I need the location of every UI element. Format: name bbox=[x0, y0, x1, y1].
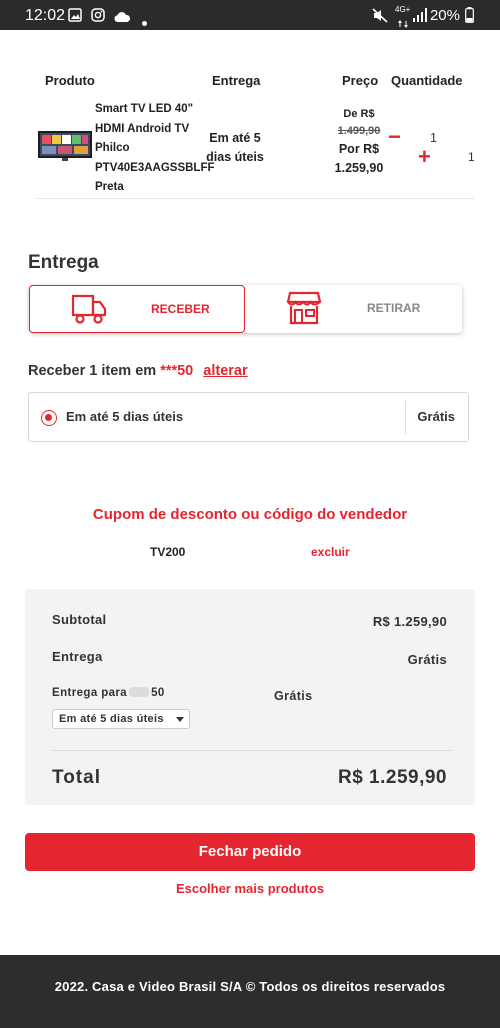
delivery-option-divider bbox=[405, 401, 406, 434]
shipping-time-selected: Em até 5 dias úteis bbox=[59, 713, 164, 725]
blurred-cep bbox=[129, 687, 150, 697]
delivery-option-price: Grátis bbox=[417, 409, 455, 424]
status-bar: 12:02 4G+ 20% bbox=[0, 0, 500, 30]
remove-coupon-link[interactable]: excluir bbox=[311, 545, 350, 559]
instagram-icon bbox=[91, 8, 105, 27]
product-price: De R$ 1.499,90 Por R$ 1.259,90 bbox=[325, 106, 393, 178]
product-delivery-time: Em até 5 dias úteis bbox=[206, 131, 264, 164]
order-summary: Subtotal R$ 1.259,90 Entrega Grátis Entr… bbox=[25, 589, 475, 805]
delivery-option-row[interactable]: Em até 5 dias úteis Grátis bbox=[28, 392, 469, 442]
receive-prefix: Receber 1 item em bbox=[28, 363, 157, 379]
receive-summary: Receber 1 item em ***50 alterar bbox=[28, 363, 248, 379]
header-quantity: Quantidade bbox=[391, 73, 463, 88]
dot-icon bbox=[142, 13, 147, 31]
delivery-option-radio[interactable] bbox=[41, 410, 57, 426]
summary-divider bbox=[52, 750, 452, 751]
chevron-down-icon bbox=[176, 717, 184, 722]
header-delivery: Entrega bbox=[212, 73, 261, 88]
shipping-to-cep-end: 50 bbox=[151, 687, 165, 699]
price-from-label: De R$ bbox=[343, 108, 375, 120]
network-type: 4G+ bbox=[395, 5, 411, 14]
checkout-button[interactable]: Fechar pedido bbox=[25, 833, 475, 871]
subtotal-value: R$ 1.259,90 bbox=[372, 614, 447, 629]
change-cep-link[interactable]: alterar bbox=[203, 363, 247, 379]
shipping-value: Grátis bbox=[407, 652, 447, 667]
price-now-label: Por R$ bbox=[338, 142, 380, 156]
pickup-option-button[interactable]: RETIRAR bbox=[246, 285, 462, 333]
shipping-to-line: Entrega para 50 bbox=[52, 687, 165, 699]
mute-icon bbox=[372, 8, 388, 28]
header-price: Preço bbox=[342, 73, 379, 88]
cloud-icon bbox=[113, 10, 131, 28]
quantity-clipped: 1 bbox=[468, 150, 475, 164]
shipping-time-select[interactable]: Em até 5 dias úteis bbox=[52, 709, 190, 729]
truck-icon bbox=[71, 293, 107, 330]
receive-option-button[interactable]: RECEBER bbox=[29, 285, 245, 333]
receive-option-label: RECEBER bbox=[151, 302, 210, 316]
store-icon bbox=[286, 291, 322, 330]
total-value: R$ 1.259,90 bbox=[337, 767, 447, 788]
coupon-title: Cupom de desconto ou código do vendedor bbox=[92, 506, 408, 523]
row-divider bbox=[36, 198, 474, 199]
price-now: 1.259,90 bbox=[334, 161, 384, 175]
price-old: 1.499,90 bbox=[337, 125, 381, 137]
battery-icon bbox=[465, 7, 474, 28]
subtotal-label: Subtotal bbox=[52, 612, 107, 627]
total-label: Total bbox=[52, 767, 101, 788]
product-thumbnail[interactable] bbox=[36, 129, 94, 163]
image-icon bbox=[68, 8, 82, 27]
header-product: Produto bbox=[45, 73, 95, 88]
shipping-to-value: Grátis bbox=[274, 689, 313, 703]
pickup-option-label: RETIRAR bbox=[367, 301, 421, 315]
coupon-code: TV200 bbox=[150, 545, 186, 559]
masked-cep: ***50 bbox=[160, 363, 194, 379]
shipping-label: Entrega bbox=[52, 649, 103, 664]
quantity-value: 1 bbox=[430, 131, 437, 145]
status-time: 12:02 bbox=[25, 7, 66, 24]
delivery-option-label: Em até 5 dias úteis bbox=[66, 409, 184, 424]
footer: 2022. Casa e Video Brasil S/A © Todos os… bbox=[0, 955, 500, 1028]
more-products-link[interactable]: Escolher mais produtos bbox=[0, 881, 500, 896]
data-arrows-icon bbox=[398, 15, 408, 33]
footer-copyright: 2022. Casa e Video Brasil S/A © Todos os… bbox=[54, 979, 446, 994]
shipping-method-toggle: RECEBER RETIRAR bbox=[29, 285, 462, 333]
signal-icon bbox=[412, 8, 428, 27]
decrease-quantity-button[interactable]: − bbox=[388, 124, 401, 150]
shipping-title: Entrega bbox=[28, 252, 99, 273]
battery-percent: 20% bbox=[429, 7, 460, 24]
product-name[interactable]: Smart TV LED 40" HDMI Android TV Philco … bbox=[95, 100, 215, 198]
increase-quantity-button[interactable]: + bbox=[418, 144, 431, 170]
shipping-to-label: Entrega para bbox=[52, 687, 128, 699]
